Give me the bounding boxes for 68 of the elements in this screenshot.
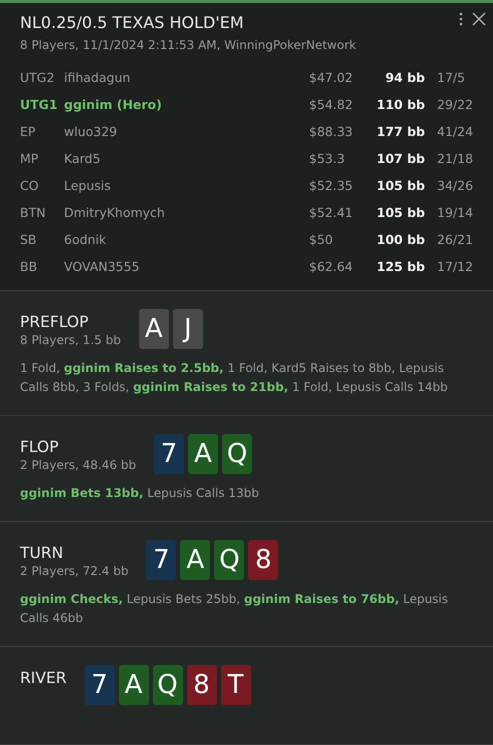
player-stack: $88.33	[309, 123, 354, 141]
player-bb: 107 bb	[376, 150, 425, 168]
player-name: Kard5	[64, 150, 102, 168]
playing-card: Q	[152, 665, 183, 705]
more-icon[interactable]	[459, 12, 463, 26]
player-name: VOVAN3555	[64, 258, 140, 276]
player-position: EP	[20, 123, 36, 141]
street-info: 2 Players, 48.46 bb	[20, 458, 136, 472]
player-stack: $62.64	[309, 258, 354, 276]
playing-card: 8	[186, 665, 217, 705]
player-stats: 41/24	[436, 123, 473, 141]
player-stats: 21/18	[436, 150, 473, 168]
player-stack: $52.41	[309, 204, 354, 222]
street-name: TURN	[20, 544, 64, 562]
player-position: BTN	[20, 204, 47, 222]
player-bb: 177 bb	[376, 123, 425, 141]
player-position: BB	[20, 258, 38, 276]
player-name: 6odnik	[64, 231, 108, 249]
playing-card: J	[172, 309, 203, 349]
playing-card: A	[180, 540, 210, 580]
playing-card: 8	[248, 540, 278, 580]
player-bb: 105 bb	[376, 177, 425, 195]
player-stats: 29/22	[436, 96, 473, 114]
playing-card: A	[118, 665, 149, 705]
player-bb: 110 bb	[376, 96, 425, 114]
player-name: wluo329	[64, 123, 118, 141]
player-position: MP	[20, 150, 40, 168]
playing-card: 7	[146, 540, 176, 580]
playing-card: Q	[214, 540, 244, 580]
player-stats: 17/5	[436, 69, 466, 87]
playing-card: Q	[222, 434, 252, 474]
playing-card: A	[188, 434, 218, 474]
player-stack: $50	[309, 231, 334, 249]
street-info: 2 Players, 72.4 bb	[20, 564, 128, 578]
street-actions: gginim Bets 13bb, Lepusis Calls 13bb	[20, 485, 260, 502]
close-icon[interactable]	[471, 11, 487, 27]
playing-card: T	[220, 665, 251, 705]
player-bb: 125 bb	[376, 258, 425, 276]
player-stack: $54.82	[309, 96, 354, 114]
player-name: Lepusis	[64, 177, 112, 195]
player-bb: 100 bb	[376, 231, 425, 249]
street-actions: gginim Checks, Lepusis Bets 25bb, gginim Raises to 76bb, Lepusis Calls 46bb	[20, 591, 450, 627]
player-name: gginim (Hero)	[64, 96, 163, 114]
player-name: DmitryKhomych	[64, 204, 166, 222]
player-position: CO	[20, 177, 40, 195]
player-stats: 34/26	[436, 177, 473, 195]
street-actions: 1 Fold, gginim Raises to 2.5bb, 1 Fold, Kard5 Raises to 8bb, Lepusis Calls 8bb, 3 Folds, gginim Raises to 21bb, 1 Fold, Lepusis Calls 14bb	[20, 360, 449, 396]
player-name: ifihadagun	[64, 69, 132, 87]
street-name: RIVER	[20, 669, 67, 687]
playing-card: A	[138, 309, 169, 349]
street-info: 8 Players, 1.5 bb	[20, 333, 121, 347]
street-name: FLOP	[20, 438, 60, 456]
player-stack: $53.3	[309, 150, 346, 168]
player-stack: $47.02	[309, 69, 354, 87]
game-title: NL0.25/0.5 TEXAS HOLD'EM	[20, 13, 244, 32]
player-stats: 19/14	[436, 204, 473, 222]
playing-card: 7	[84, 665, 115, 705]
player-position: UTG2	[20, 69, 56, 87]
player-stats: 26/21	[436, 231, 473, 249]
street-name: PREFLOP	[20, 313, 90, 331]
player-stats: 17/12	[436, 258, 473, 276]
game-info: 8 Players, 11/1/2024 2:11:53 AM, WinningPokerNetwork	[20, 38, 358, 52]
player-position: UTG1	[20, 96, 59, 114]
player-stack: $52.35	[309, 177, 354, 195]
player-bb: 105 bb	[376, 204, 425, 222]
player-position: SB	[20, 231, 38, 249]
player-bb: 94 bb	[384, 69, 425, 87]
playing-card: 7	[154, 434, 184, 474]
